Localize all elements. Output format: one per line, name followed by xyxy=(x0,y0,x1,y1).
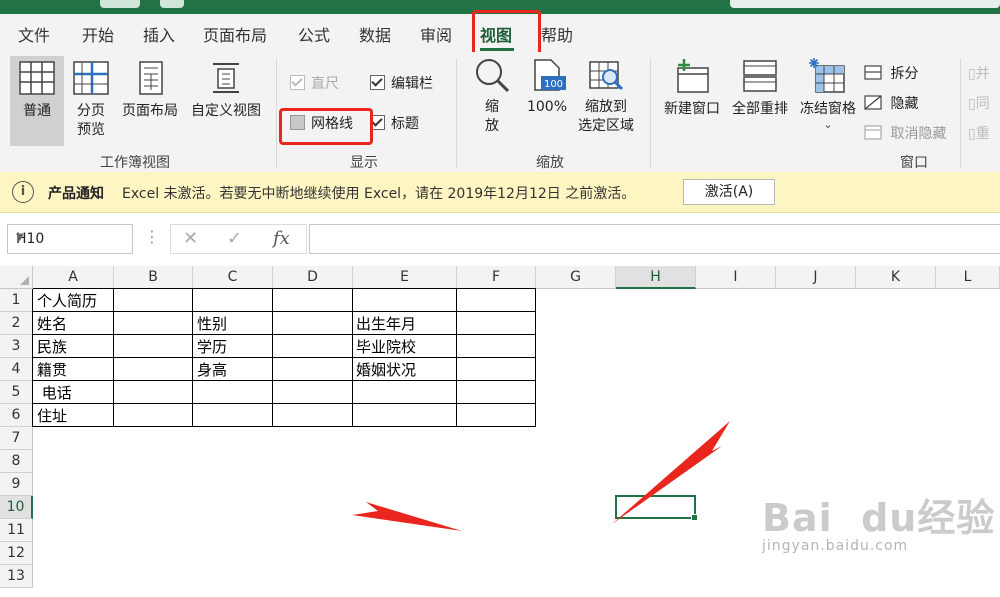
page-layout-view-button[interactable]: 页面布局 xyxy=(118,56,182,146)
zoom-100-button[interactable]: 100 100% xyxy=(522,58,572,148)
group-separator xyxy=(960,58,961,168)
side-by-side-icon: ▯ xyxy=(968,66,976,82)
freeze-panes-button[interactable]: 冻结窗格 ⌄ xyxy=(796,58,860,148)
split-icon xyxy=(864,65,882,80)
sync-scroll-button[interactable]: ▯同 xyxy=(968,93,990,113)
page-break-icon xyxy=(73,61,109,95)
new-window-label: 新建窗口 xyxy=(664,101,720,117)
formula-buttons: ✕ ✓ fx xyxy=(170,224,307,254)
tab-review[interactable]: 审阅 xyxy=(420,22,452,46)
dropdown-arrow-icon[interactable]: ▼ xyxy=(16,232,127,243)
arrange-all-icon xyxy=(743,60,777,92)
notice-title: 产品通知 xyxy=(48,186,104,202)
hide-icon xyxy=(864,95,882,110)
group-separator xyxy=(650,58,651,168)
normal-view-button[interactable]: 普通 xyxy=(10,56,64,146)
watermark-brand: Bai du经验 xyxy=(762,496,996,540)
page-break-label-1: 分页 xyxy=(77,103,105,119)
worksheet-grid[interactable]: A B C D E F G H I J K L 1 2 3 4 5 6 7 8 … xyxy=(0,266,1000,597)
search-box[interactable] xyxy=(730,0,1000,8)
zoom-label-2: 放 xyxy=(485,118,499,134)
quick-access-save[interactable] xyxy=(100,0,140,8)
insert-function-icon[interactable]: fx xyxy=(273,228,290,249)
zoom-selection-icon xyxy=(589,61,624,91)
tab-page-layout[interactable]: 页面布局 xyxy=(203,22,267,46)
show-group-label: 显示 xyxy=(350,155,378,171)
cancel-icon[interactable]: ✕ xyxy=(183,228,198,249)
window-group-label: 窗口 xyxy=(900,155,928,171)
drag-handle-icon[interactable]: ⋮ xyxy=(144,227,160,246)
tab-data[interactable]: 数据 xyxy=(359,22,391,46)
freeze-panes-icon xyxy=(809,58,845,93)
unhide-button: 取消隐藏 xyxy=(864,123,946,143)
tab-insert[interactable]: 插入 xyxy=(143,22,175,46)
notice-message: Excel 未激活。若要无中断地继续使用 Excel，请在 2019年12月12… xyxy=(122,186,636,202)
unhide-icon xyxy=(864,125,882,140)
activate-button[interactable]: 激活(A) xyxy=(683,179,775,205)
new-window-button[interactable]: 新建窗口 xyxy=(660,58,724,148)
split-button[interactable]: 拆分 xyxy=(864,63,918,83)
quick-access-undo[interactable] xyxy=(160,0,184,8)
formula-input[interactable] xyxy=(309,224,1000,254)
magnifier-icon xyxy=(476,59,510,93)
freeze-panes-label: 冻结窗格 xyxy=(800,101,856,117)
custom-views-icon xyxy=(213,63,239,93)
formula-bar: H10 ▼ ⋮ ✕ ✓ fx xyxy=(0,213,1000,266)
page-layout-label: 页面布局 xyxy=(122,103,178,119)
annotation-arrow-left xyxy=(352,502,462,531)
formula-bar-check-icon xyxy=(370,75,385,90)
zoom-100-icon: 100 xyxy=(534,59,566,91)
info-icon: i xyxy=(12,181,34,203)
zoom-group-label: 缩放 xyxy=(536,155,564,171)
sync-scroll-icon: ▯ xyxy=(968,96,976,112)
reset-position-button[interactable]: ▯重 xyxy=(968,123,990,143)
zoom-selection-label-2: 选定区域 xyxy=(578,118,634,134)
arrange-all-label: 全部重排 xyxy=(732,101,788,117)
group-separator xyxy=(276,58,277,168)
zoom-label-1: 缩 xyxy=(485,99,499,115)
product-notice-bar: i 产品通知 Excel 未激活。若要无中断地继续使用 Excel，请在 201… xyxy=(0,172,1000,213)
tab-help[interactable]: 帮助 xyxy=(541,22,573,46)
zoom-button[interactable]: 缩 放 xyxy=(470,58,514,148)
annotation-arrow-up xyxy=(612,421,730,524)
custom-views-label: 自定义视图 xyxy=(191,103,261,119)
headings-checkbox[interactable]: 标题 xyxy=(370,113,419,133)
tab-formulas[interactable]: 公式 xyxy=(298,22,330,46)
baidu-watermark: Bai du经验 jingyan.baidu.com xyxy=(762,487,995,554)
page-layout-icon xyxy=(139,61,163,95)
workbook-views-group-label: 工作簿视图 xyxy=(100,155,170,171)
formula-bar-checkbox[interactable]: 编辑栏 xyxy=(370,73,433,93)
new-window-icon xyxy=(677,59,709,93)
ruler-check-icon xyxy=(290,75,305,90)
enter-check-icon[interactable]: ✓ xyxy=(227,228,242,249)
ribbon: 普通 分页 预览 页面布局 自定义视图 工作簿视图 直尺 编辑栏 网格线 标题 … xyxy=(0,52,1000,173)
ruler-checkbox: 直尺 xyxy=(290,73,339,93)
group-separator xyxy=(456,58,457,168)
page-break-label-2: 预览 xyxy=(77,122,105,138)
annotation-box-gridlines xyxy=(279,108,373,145)
svg-text:100: 100 xyxy=(544,79,563,90)
reset-position-icon: ▯ xyxy=(968,126,976,142)
normal-view-icon xyxy=(19,61,55,95)
page-break-preview-button[interactable]: 分页 预览 xyxy=(68,56,114,146)
hide-button[interactable]: 隐藏 xyxy=(864,93,918,113)
normal-view-label: 普通 xyxy=(23,103,51,119)
arrange-all-button[interactable]: 全部重排 xyxy=(728,58,792,148)
custom-views-button[interactable]: 自定义视图 xyxy=(186,56,266,146)
zoom-to-selection-button[interactable]: 缩放到 选定区域 xyxy=(574,58,638,148)
side-by-side-button[interactable]: ▯并 xyxy=(968,63,990,83)
name-box[interactable]: H10 ▼ xyxy=(7,224,133,254)
zoom-100-label: 100% xyxy=(526,99,568,115)
tab-home[interactable]: 开始 xyxy=(82,22,114,46)
chevron-down-icon: ⌄ xyxy=(823,118,833,131)
zoom-selection-label-1: 缩放到 xyxy=(585,99,627,115)
tab-file[interactable]: 文件 xyxy=(18,22,50,46)
